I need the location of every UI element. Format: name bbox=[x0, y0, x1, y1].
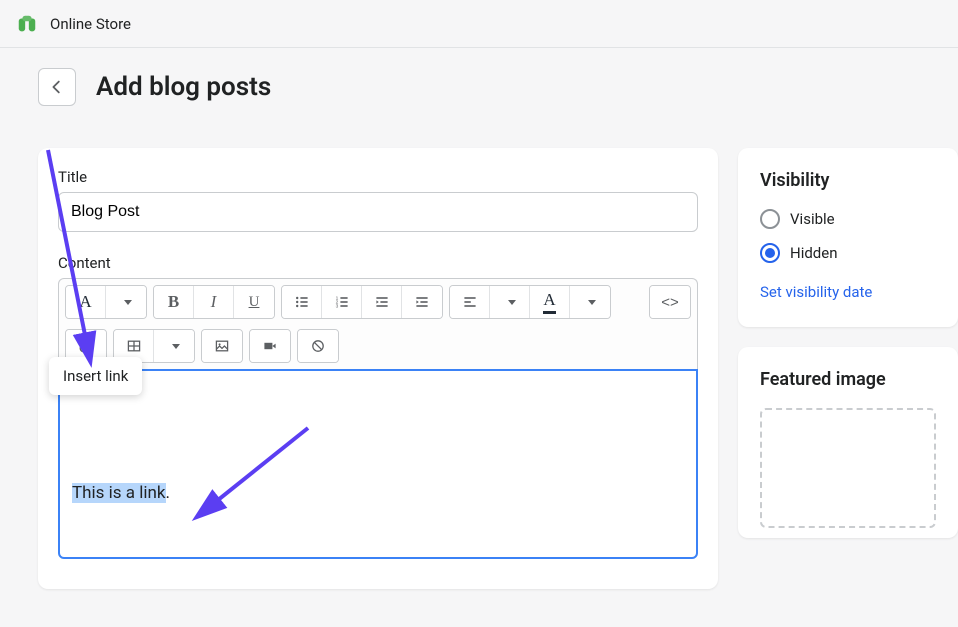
italic-button[interactable]: I bbox=[194, 286, 234, 318]
format-dropdown-caret[interactable] bbox=[106, 286, 146, 318]
visibility-option-visible[interactable]: Visible bbox=[760, 209, 936, 229]
table-icon bbox=[126, 338, 142, 354]
title-input[interactable] bbox=[58, 192, 698, 232]
topbar-title: Online Store bbox=[50, 15, 131, 33]
clear-formatting-button[interactable] bbox=[298, 330, 338, 362]
visibility-option-hidden[interactable]: Hidden bbox=[760, 243, 936, 263]
page-header: Add blog posts bbox=[0, 48, 958, 126]
text-color-button[interactable]: A bbox=[530, 286, 570, 318]
radio-icon bbox=[760, 209, 780, 229]
chevron-down-icon bbox=[172, 344, 180, 349]
numbered-list-button[interactable]: 123 bbox=[322, 286, 362, 318]
link-icon bbox=[78, 338, 94, 354]
visibility-heading: Visibility bbox=[760, 170, 936, 191]
set-visibility-date-link[interactable]: Set visibility date bbox=[760, 283, 872, 301]
title-label: Title bbox=[58, 168, 698, 186]
outdent-icon bbox=[374, 294, 390, 310]
text-color-dropdown-caret[interactable] bbox=[570, 286, 610, 318]
back-button[interactable] bbox=[38, 68, 76, 106]
indent-button[interactable] bbox=[402, 286, 442, 318]
visibility-card: Visibility Visible Hidden Set visibility… bbox=[738, 148, 958, 327]
featured-image-dropzone[interactable] bbox=[760, 408, 936, 528]
html-view-button[interactable]: <> bbox=[650, 286, 690, 318]
format-dropdown[interactable]: A bbox=[66, 286, 106, 318]
visibility-hidden-label: Hidden bbox=[790, 244, 838, 262]
clear-format-icon bbox=[310, 338, 326, 354]
align-button[interactable] bbox=[450, 286, 490, 318]
featured-image-card: Featured image bbox=[738, 347, 958, 538]
outdent-button[interactable] bbox=[362, 286, 402, 318]
insert-link-tooltip: Insert link bbox=[49, 357, 142, 395]
blog-post-card: Title Content A B I U bbox=[38, 148, 718, 589]
page-title: Add blog posts bbox=[96, 72, 271, 102]
arrow-left-icon bbox=[48, 78, 66, 96]
image-icon bbox=[214, 338, 230, 354]
insert-table-dropdown-caret[interactable] bbox=[154, 330, 194, 362]
chevron-down-icon bbox=[588, 300, 596, 305]
svg-text:3: 3 bbox=[335, 304, 338, 310]
bullet-list-button[interactable] bbox=[282, 286, 322, 318]
insert-video-button[interactable] bbox=[250, 330, 290, 362]
video-icon bbox=[262, 338, 278, 354]
editor-content: This is a link. bbox=[72, 483, 170, 503]
store-logo-icon bbox=[16, 13, 38, 35]
chevron-down-icon bbox=[508, 300, 516, 305]
numbered-list-icon: 123 bbox=[334, 294, 350, 310]
bullet-list-icon bbox=[294, 294, 310, 310]
insert-image-button[interactable] bbox=[202, 330, 242, 362]
bold-button[interactable]: B bbox=[154, 286, 194, 318]
featured-image-heading: Featured image bbox=[760, 369, 936, 390]
radio-icon-selected bbox=[760, 243, 780, 263]
align-dropdown-caret[interactable] bbox=[490, 286, 530, 318]
content-label: Content bbox=[58, 254, 698, 272]
chevron-down-icon bbox=[124, 300, 132, 305]
underline-button[interactable]: U bbox=[234, 286, 274, 318]
editor-toolbar: A B I U 123 bbox=[58, 278, 698, 369]
visibility-visible-label: Visible bbox=[790, 210, 835, 228]
topbar: Online Store bbox=[0, 0, 958, 48]
indent-icon bbox=[414, 294, 430, 310]
content-editor[interactable]: This is a link. bbox=[58, 369, 698, 559]
align-left-icon bbox=[462, 294, 478, 310]
